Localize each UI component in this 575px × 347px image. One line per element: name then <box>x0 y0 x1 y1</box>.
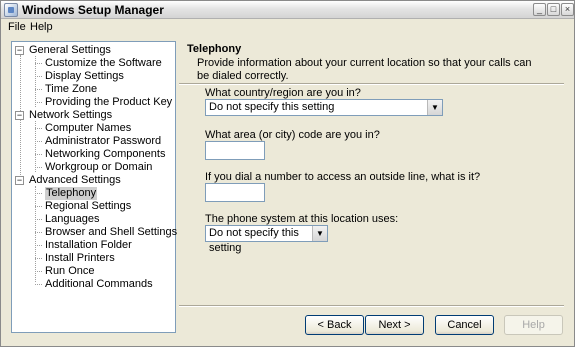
settings-tree[interactable]: − General Settings Customize the Softwar… <box>11 41 178 333</box>
menu-help[interactable]: Help <box>30 21 53 33</box>
tree-item-label: Time Zone <box>45 83 98 95</box>
footer-divider <box>179 305 564 307</box>
collapse-icon[interactable]: − <box>15 176 24 185</box>
country-dropdown[interactable]: Do not specify this setting ▼ <box>205 99 443 116</box>
area-code-input[interactable] <box>205 141 265 160</box>
page-title: Telephony <box>187 43 242 55</box>
tree-item-label: Languages <box>45 213 100 225</box>
phone-system-label: The phone system at this location uses: <box>205 213 399 225</box>
tree-group-label: General Settings <box>29 44 111 56</box>
title-bar[interactable]: Windows Setup Manager _ □ × <box>1 1 574 19</box>
tree-item-label: Display Settings <box>45 70 124 82</box>
help-button[interactable]: Help <box>504 315 563 335</box>
page-description: Provide information about your current l… <box>197 57 532 82</box>
tree-item-label: Run Once <box>45 265 95 277</box>
maximize-button[interactable]: □ <box>547 3 560 16</box>
next-button[interactable]: Next > <box>365 315 424 335</box>
setup-manager-icon <box>4 3 18 17</box>
tree-item-label: Installation Folder <box>45 239 132 251</box>
chevron-down-icon[interactable]: ▼ <box>427 100 442 115</box>
minimize-button[interactable]: _ <box>533 3 546 16</box>
menu-file[interactable]: File <box>8 21 26 33</box>
tree-item-label: Regional Settings <box>45 200 132 212</box>
tree-line <box>35 186 36 282</box>
cancel-button[interactable]: Cancel <box>435 315 494 335</box>
country-value: Do not specify this setting <box>209 101 335 113</box>
outside-line-input[interactable] <box>205 183 265 202</box>
collapse-icon[interactable]: − <box>15 46 24 55</box>
setup-manager-window: Windows Setup Manager _ □ × File Help − … <box>0 0 575 347</box>
header-divider <box>179 83 564 85</box>
tree-item-label: Computer Names <box>45 122 132 134</box>
collapse-icon[interactable]: − <box>15 111 24 120</box>
tree-group-label: Network Settings <box>29 109 113 121</box>
country-label: What country/region are you in? <box>205 87 361 99</box>
menu-bar: File Help <box>1 19 574 35</box>
tree-item-label: Additional Commands <box>45 278 153 290</box>
back-button[interactable]: < Back <box>305 315 364 335</box>
chevron-down-icon[interactable]: ▼ <box>312 226 327 241</box>
phone-system-value: Do not specify this setting <box>209 227 299 254</box>
phone-system-dropdown[interactable]: Do not specify this setting ▼ <box>205 225 328 254</box>
close-button[interactable]: × <box>561 3 574 16</box>
tree-item-label: Telephony <box>45 187 98 200</box>
tree-item-label: Browser and Shell Settings <box>45 226 178 238</box>
outside-line-label: If you dial a number to access an outsid… <box>205 171 481 183</box>
tree-item-label: Networking Components <box>45 148 166 160</box>
tree-item-label: Install Printers <box>45 252 115 264</box>
window-title: Windows Setup Manager <box>22 3 164 17</box>
tree-item-label: Customize the Software <box>45 57 162 69</box>
tree-item-label: Workgroup or Domain <box>45 161 153 173</box>
area-code-label: What area (or city) code are you in? <box>205 129 380 141</box>
tree-item-label: Administrator Password <box>45 135 162 147</box>
tree-item-label: Providing the Product Key <box>45 96 173 108</box>
telephony-page: Telephony Provide information about your… <box>179 41 564 337</box>
tree-group-label: Advanced Settings <box>29 174 121 186</box>
